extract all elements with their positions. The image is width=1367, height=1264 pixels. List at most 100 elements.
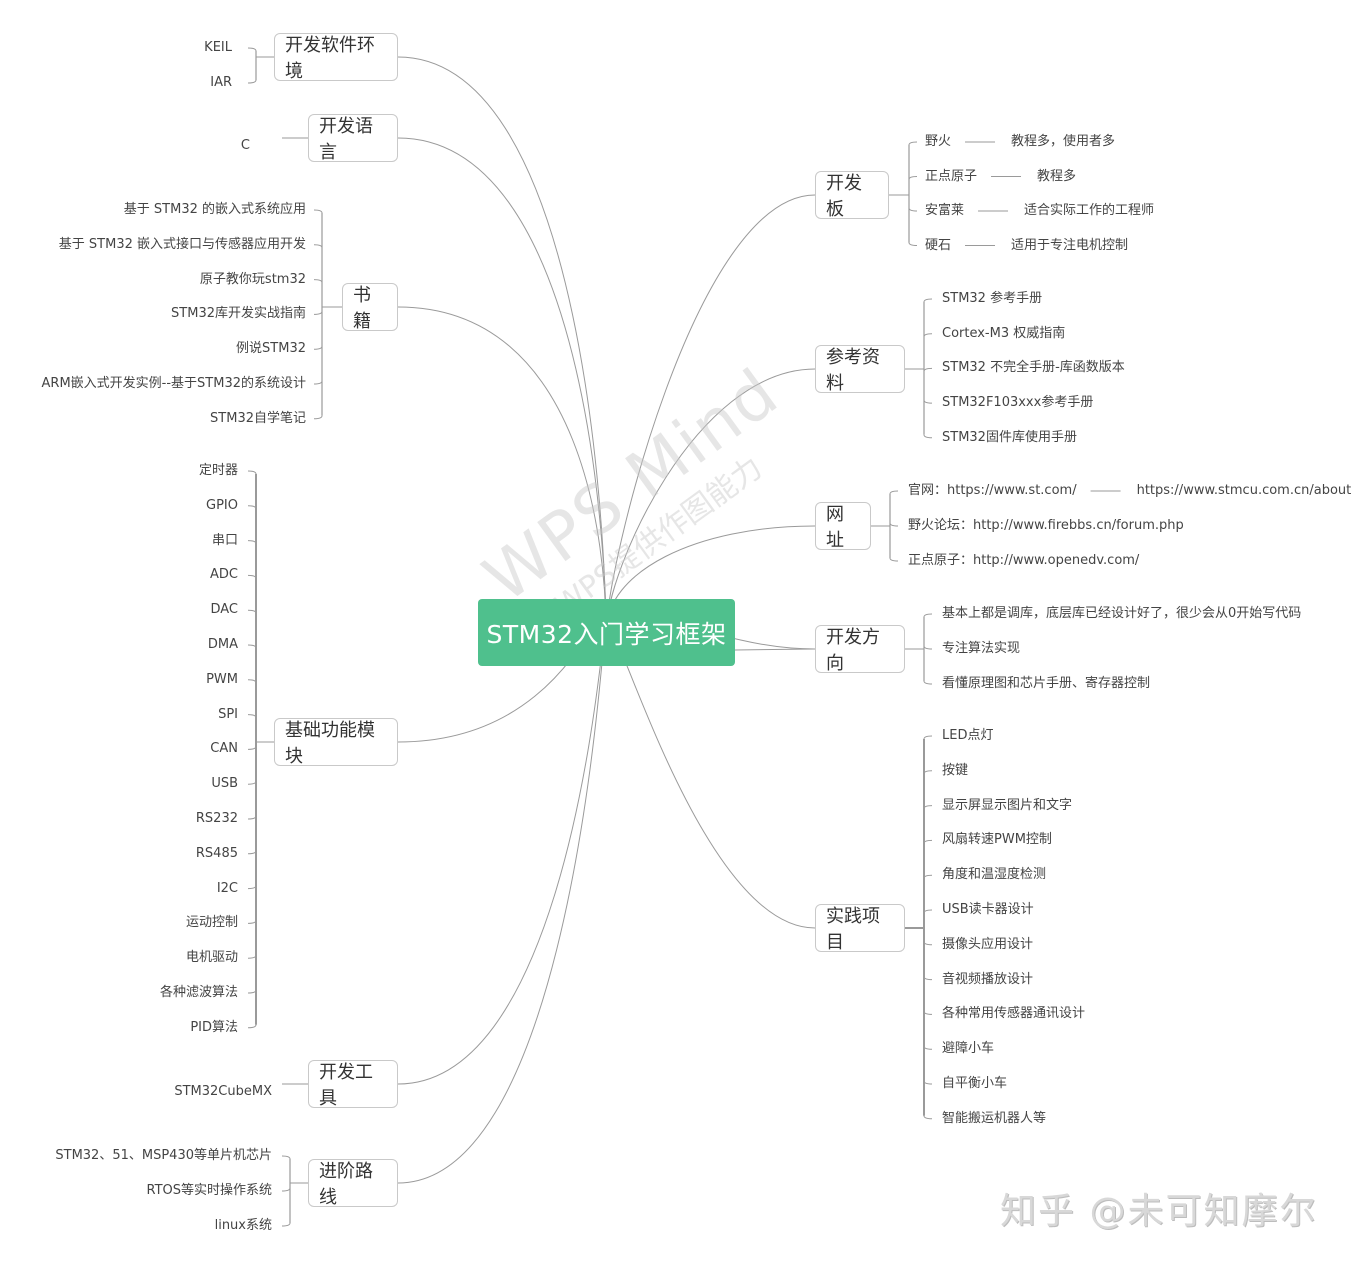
leaf-item: linux系统 xyxy=(214,1218,272,1233)
leaf-item: ARM嵌入式开发实例--基于STM32的系统设计 xyxy=(41,376,306,391)
connector xyxy=(247,989,257,994)
connector xyxy=(889,522,899,527)
leaf-item: USB xyxy=(211,776,238,792)
connector xyxy=(605,624,816,929)
connector xyxy=(313,209,323,214)
leaf-item: 自平衡小车 xyxy=(942,1076,1008,1091)
leaf-item: 按键 xyxy=(942,762,969,778)
connector xyxy=(313,311,323,315)
connector xyxy=(313,380,323,385)
leaf-item: 基于 STM32 的嵌入式系统应用 xyxy=(123,202,306,217)
connector xyxy=(923,1046,933,1050)
connector xyxy=(247,850,257,855)
connector xyxy=(397,623,607,1085)
leaf-item: STM32 不完全手册-库函数版本 xyxy=(942,360,1125,376)
leaf-item: KEIL xyxy=(204,40,232,55)
zhihu-credit: 知乎 @未可知摩尔 xyxy=(1000,1191,1318,1232)
topic-3[interactable]: 基础功能模块 xyxy=(274,718,398,767)
leaf-item: STM32 参考手册 xyxy=(942,291,1043,306)
connector xyxy=(313,244,323,248)
connector xyxy=(908,141,918,146)
connector xyxy=(247,746,257,750)
topic-0[interactable]: 开发软件环境 xyxy=(274,33,398,82)
connector xyxy=(247,885,257,890)
connector xyxy=(923,680,933,685)
leaf-item: 专注算法实现 xyxy=(942,641,1021,656)
leaf-item: 避障小车 xyxy=(942,1041,995,1057)
connector xyxy=(923,770,933,774)
connector xyxy=(923,333,933,337)
topic-1[interactable]: 开发语言 xyxy=(308,114,398,163)
connector xyxy=(923,941,933,946)
leaf-item: 例说STM32 xyxy=(236,341,306,357)
leaf-item: 正点原子 xyxy=(925,168,978,184)
leaf-item: USB读卡器设计 xyxy=(942,902,1034,917)
topic-right-2[interactable]: 网址 xyxy=(815,502,871,551)
leaf-note: 适合实际工作的工程师 xyxy=(1024,203,1155,218)
connector xyxy=(923,1115,933,1120)
connector xyxy=(247,955,257,959)
leaf-item: 角度和温湿度检测 xyxy=(942,867,1047,883)
connector xyxy=(281,1187,291,1192)
leaf-item: RS232 xyxy=(195,811,238,826)
topic-right-3[interactable]: 开发方向 xyxy=(815,625,905,674)
topic-right-1[interactable]: 参考资料 xyxy=(815,345,905,394)
connector xyxy=(247,714,257,718)
leaf-item: 各种滤波算法 xyxy=(159,985,238,1000)
connector xyxy=(247,470,257,475)
leaf-item: 摄像头应用设计 xyxy=(942,936,1034,952)
connector xyxy=(923,645,933,650)
leaf-item: RTOS等实时操作系统 xyxy=(146,1183,272,1198)
connector xyxy=(923,909,933,914)
leaf-item: 原子教你玩stm32 xyxy=(199,271,306,287)
connector xyxy=(313,346,323,350)
root-topic[interactable]: STM32入门学习框架 xyxy=(478,599,735,666)
connector xyxy=(923,367,933,372)
leaf-item: 各种常用传感器通讯设计 xyxy=(942,1006,1086,1022)
connector xyxy=(247,47,257,52)
connector xyxy=(281,1155,291,1160)
connector xyxy=(923,874,933,879)
connector xyxy=(247,574,257,579)
connector xyxy=(397,624,607,1184)
topic-2[interactable]: 书籍 xyxy=(342,283,398,332)
connector xyxy=(923,805,933,809)
topic-5[interactable]: 进阶路线 xyxy=(308,1159,398,1208)
leaf-item: STM32自学笔记 xyxy=(210,410,306,426)
leaf-item: STM32固件库使用手册 xyxy=(942,429,1077,445)
leaf-item: 智能搬运机器人等 xyxy=(942,1110,1047,1126)
leaf-item: 安富莱 xyxy=(925,203,965,218)
connector xyxy=(908,176,918,180)
connector xyxy=(247,540,257,544)
connector xyxy=(397,306,607,633)
leaf-item: C xyxy=(240,138,250,153)
connector xyxy=(247,609,257,614)
leaf-item: SPI xyxy=(218,706,238,722)
connector xyxy=(247,505,257,509)
connector xyxy=(605,368,816,633)
leaf-item: 定时器 xyxy=(198,463,238,478)
topic-right-4[interactable]: 实践项目 xyxy=(815,904,905,953)
leaf-note: https://www.stmcu.com.cn/about xyxy=(1136,483,1352,498)
connector xyxy=(247,781,257,785)
connector xyxy=(247,644,257,649)
leaf-item: 基本上都是调库，底层库已经设计好了，很少会从0开始写代码 xyxy=(942,606,1302,621)
leaf-item: 基于 STM32 嵌入式接口与传感器应用开发 xyxy=(58,236,306,252)
connector xyxy=(313,415,323,420)
connector xyxy=(397,137,607,633)
leaf-item: LED点灯 xyxy=(942,728,994,743)
connector xyxy=(923,434,933,439)
leaf-item: CAN xyxy=(210,741,238,757)
connector xyxy=(313,279,323,283)
leaf-item: 野火 xyxy=(925,134,952,149)
leaf-item: 硬石 xyxy=(925,237,952,253)
connector xyxy=(908,207,918,212)
leaf-item: 正点原子：http://www.openedv.com/ xyxy=(908,553,1140,568)
topic-right-0[interactable]: 开发板 xyxy=(815,171,889,220)
leaf-item: PID算法 xyxy=(190,1019,238,1035)
leaf-item: 串口 xyxy=(211,532,238,548)
leaf-item: I2C xyxy=(216,880,238,896)
topic-4[interactable]: 开发工具 xyxy=(308,1060,398,1109)
connector xyxy=(889,557,899,562)
leaf-item: 音视频播放设计 xyxy=(942,971,1034,987)
